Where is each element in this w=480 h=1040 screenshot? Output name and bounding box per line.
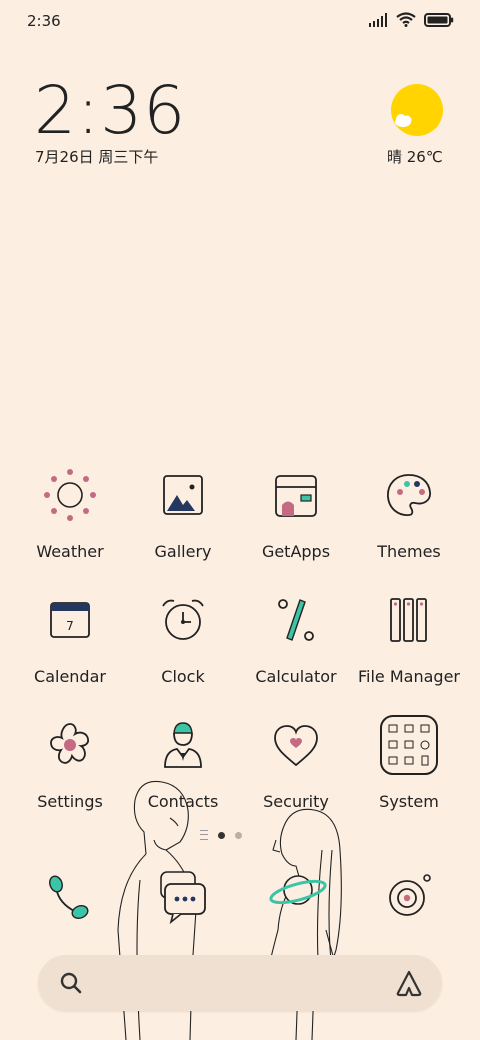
wifi-icon (396, 12, 416, 27)
cloud-icon (395, 114, 412, 127)
folders-icon (379, 590, 439, 650)
messages-icon[interactable] (155, 866, 215, 926)
person-icon (153, 715, 213, 775)
search-icon (60, 972, 82, 994)
camera-icon[interactable] (380, 866, 440, 926)
app-getapps[interactable]: GetApps (238, 465, 354, 561)
heart-icon (266, 715, 326, 775)
app-label: GetApps (261, 542, 331, 561)
calendar-day: 7 (66, 619, 74, 633)
dock (0, 860, 480, 940)
app-label: Weather (36, 542, 104, 561)
weather-sun-icon[interactable] (391, 84, 443, 136)
app-weather[interactable]: Weather (12, 465, 128, 561)
signal-icon (369, 12, 387, 27)
app-label: Contacts (147, 792, 219, 811)
widget-date[interactable]: 7月26日 周三下午 (35, 146, 158, 167)
page-dot (235, 831, 242, 839)
calendar-icon: 7 (40, 590, 100, 650)
palette-icon (379, 465, 439, 525)
store-icon (266, 465, 326, 525)
app-label: Security (263, 792, 329, 811)
app-settings[interactable]: Settings (12, 715, 128, 811)
status-bar: 2:36 (0, 0, 480, 42)
app-label: System (379, 792, 439, 811)
page-list-icon (200, 830, 208, 840)
image-icon (153, 465, 213, 525)
assistant-icon[interactable] (394, 969, 424, 997)
app-label: Gallery (154, 542, 212, 561)
app-security[interactable]: Security (238, 715, 354, 811)
app-label: Themes (377, 542, 441, 561)
status-icons (368, 12, 454, 27)
app-calculator[interactable]: Calculator (238, 590, 354, 686)
widget-clock[interactable]: 2:36 (34, 78, 186, 144)
app-label: File Manager (358, 667, 460, 686)
app-themes[interactable]: Themes (351, 465, 467, 561)
weather-summary[interactable]: 晴 26℃ (387, 146, 443, 167)
page-dot-active (218, 831, 225, 839)
app-label: Calculator (255, 667, 337, 686)
app-clock[interactable]: Clock (125, 590, 241, 686)
app-system-folder[interactable]: System (351, 715, 467, 811)
page-indicator[interactable] (200, 830, 242, 840)
percent-icon (266, 590, 326, 650)
battery-icon (424, 12, 454, 27)
sun-icon (40, 465, 100, 525)
app-gallery[interactable]: Gallery (125, 465, 241, 561)
search-bar[interactable] (38, 955, 442, 1011)
app-label: Settings (37, 792, 103, 811)
app-file-manager[interactable]: File Manager (351, 590, 467, 686)
phone-icon[interactable] (42, 866, 102, 926)
app-label: Calendar (34, 667, 106, 686)
app-folder-icon (379, 715, 439, 775)
flower-gear-icon (40, 715, 100, 775)
app-calendar[interactable]: 7 Calendar (12, 590, 128, 686)
app-contacts[interactable]: Contacts (125, 715, 241, 811)
status-time: 2:36 (27, 12, 61, 30)
alarm-clock-icon (153, 590, 213, 650)
app-label: Clock (161, 667, 205, 686)
